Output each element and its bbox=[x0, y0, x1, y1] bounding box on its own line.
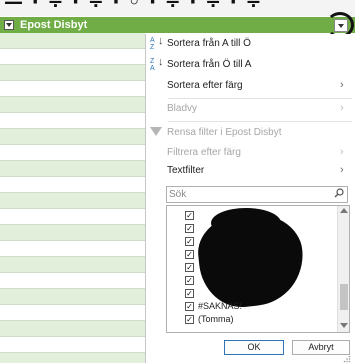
checkbox[interactable]: ✓ bbox=[185, 289, 194, 298]
menu-label-filter-by-color: Filtrera efter färg bbox=[167, 147, 241, 158]
filter-value-list: ✓ ✓ ✓ ✓ ✓ ✓ ✓ ✓ #SAKNAS! ✓ (Tomma) bbox=[166, 205, 350, 333]
menu-label-sort-asc: Sortera från A till Ö bbox=[167, 38, 251, 49]
scroll-thumb[interactable] bbox=[340, 284, 348, 310]
checkbox[interactable]: ✓ bbox=[185, 237, 194, 246]
checkbox[interactable]: ✓ bbox=[185, 276, 194, 285]
menu-label-clear-filter: Rensa filter i Epost Disbyt bbox=[167, 127, 282, 138]
search-icon bbox=[334, 188, 344, 198]
cancel-button[interactable]: Avbryt bbox=[292, 340, 350, 355]
menu-label-sort-by-color: Sortera efter färg bbox=[167, 80, 243, 91]
filter-dropdown-button-left[interactable] bbox=[4, 20, 14, 30]
sort-desc-icon: Z A ↓ bbox=[150, 56, 164, 73]
list-item-label: #SAKNAS! bbox=[198, 301, 243, 311]
scroll-up-icon[interactable] bbox=[340, 208, 348, 213]
checkbox[interactable]: ✓ bbox=[185, 211, 194, 220]
checkbox[interactable]: ✓ bbox=[185, 224, 194, 233]
scroll-down-icon[interactable] bbox=[340, 323, 348, 328]
checkbox[interactable]: ✓ bbox=[185, 263, 194, 272]
checkbox-blanks[interactable]: ✓ bbox=[185, 315, 194, 324]
column-header-label: Epost Disbyt bbox=[20, 19, 88, 31]
column-header-row: Epost Disbyt bbox=[0, 17, 355, 33]
clear-filter-icon bbox=[150, 127, 162, 136]
autofilter-dropdown: A Z ↓ Sortera från A till Ö Z A ↓ Sortera fr… bbox=[145, 34, 353, 363]
menu-label-text-filter: Textfilter bbox=[167, 165, 205, 176]
sort-asc-icon: A Z ↓ bbox=[150, 35, 164, 52]
resize-grip-icon[interactable] bbox=[343, 355, 351, 363]
list-item-label: (Tomma) bbox=[198, 314, 234, 324]
menu-separator bbox=[168, 98, 352, 99]
menu-separator bbox=[168, 121, 352, 122]
list-item-saknas[interactable]: ✓ #SAKNAS! bbox=[185, 301, 335, 314]
cutoff-title-text: — · ÷ · ÷ · ◦ · ÷ · ÷ · ÷ bbox=[4, 0, 263, 13]
sheet-gridlines bbox=[0, 33, 145, 363]
chevron-right-icon: › bbox=[340, 146, 344, 158]
menu-item-sheet-view: Bladvy › bbox=[146, 100, 352, 120]
ok-button[interactable]: OK bbox=[224, 340, 284, 355]
search-box bbox=[166, 186, 348, 203]
menu-label-sort-desc: Sortera från Ö till A bbox=[167, 59, 252, 70]
chevron-right-icon: › bbox=[340, 102, 344, 114]
redaction-scribble bbox=[211, 208, 281, 238]
top-cutoff-strip: — · ÷ · ÷ · ◦ · ÷ · ÷ · ÷ bbox=[0, 0, 355, 16]
menu-item-sort-asc[interactable]: A Z ↓ Sortera från A till Ö bbox=[146, 35, 352, 55]
list-item-blanks[interactable]: ✓ (Tomma) bbox=[185, 314, 335, 327]
chevron-right-icon: › bbox=[340, 79, 344, 91]
search-input[interactable] bbox=[169, 188, 329, 201]
menu-item-filter-by-color: Filtrera efter färg › bbox=[146, 144, 352, 164]
list-scrollbar[interactable] bbox=[337, 206, 349, 332]
checkbox[interactable]: ✓ bbox=[185, 250, 194, 259]
menu-label-sheet-view: Bladvy bbox=[167, 103, 198, 114]
checkbox-saknas[interactable]: ✓ bbox=[185, 302, 194, 311]
menu-item-sort-by-color[interactable]: Sortera efter färg › bbox=[146, 77, 352, 97]
menu-item-clear-filter: Rensa filter i Epost Disbyt bbox=[146, 124, 352, 144]
menu-item-sort-desc[interactable]: Z A ↓ Sortera från Ö till A bbox=[146, 56, 352, 76]
menu-item-text-filter[interactable]: Textfilter › bbox=[146, 162, 352, 182]
chevron-right-icon: › bbox=[340, 164, 344, 176]
